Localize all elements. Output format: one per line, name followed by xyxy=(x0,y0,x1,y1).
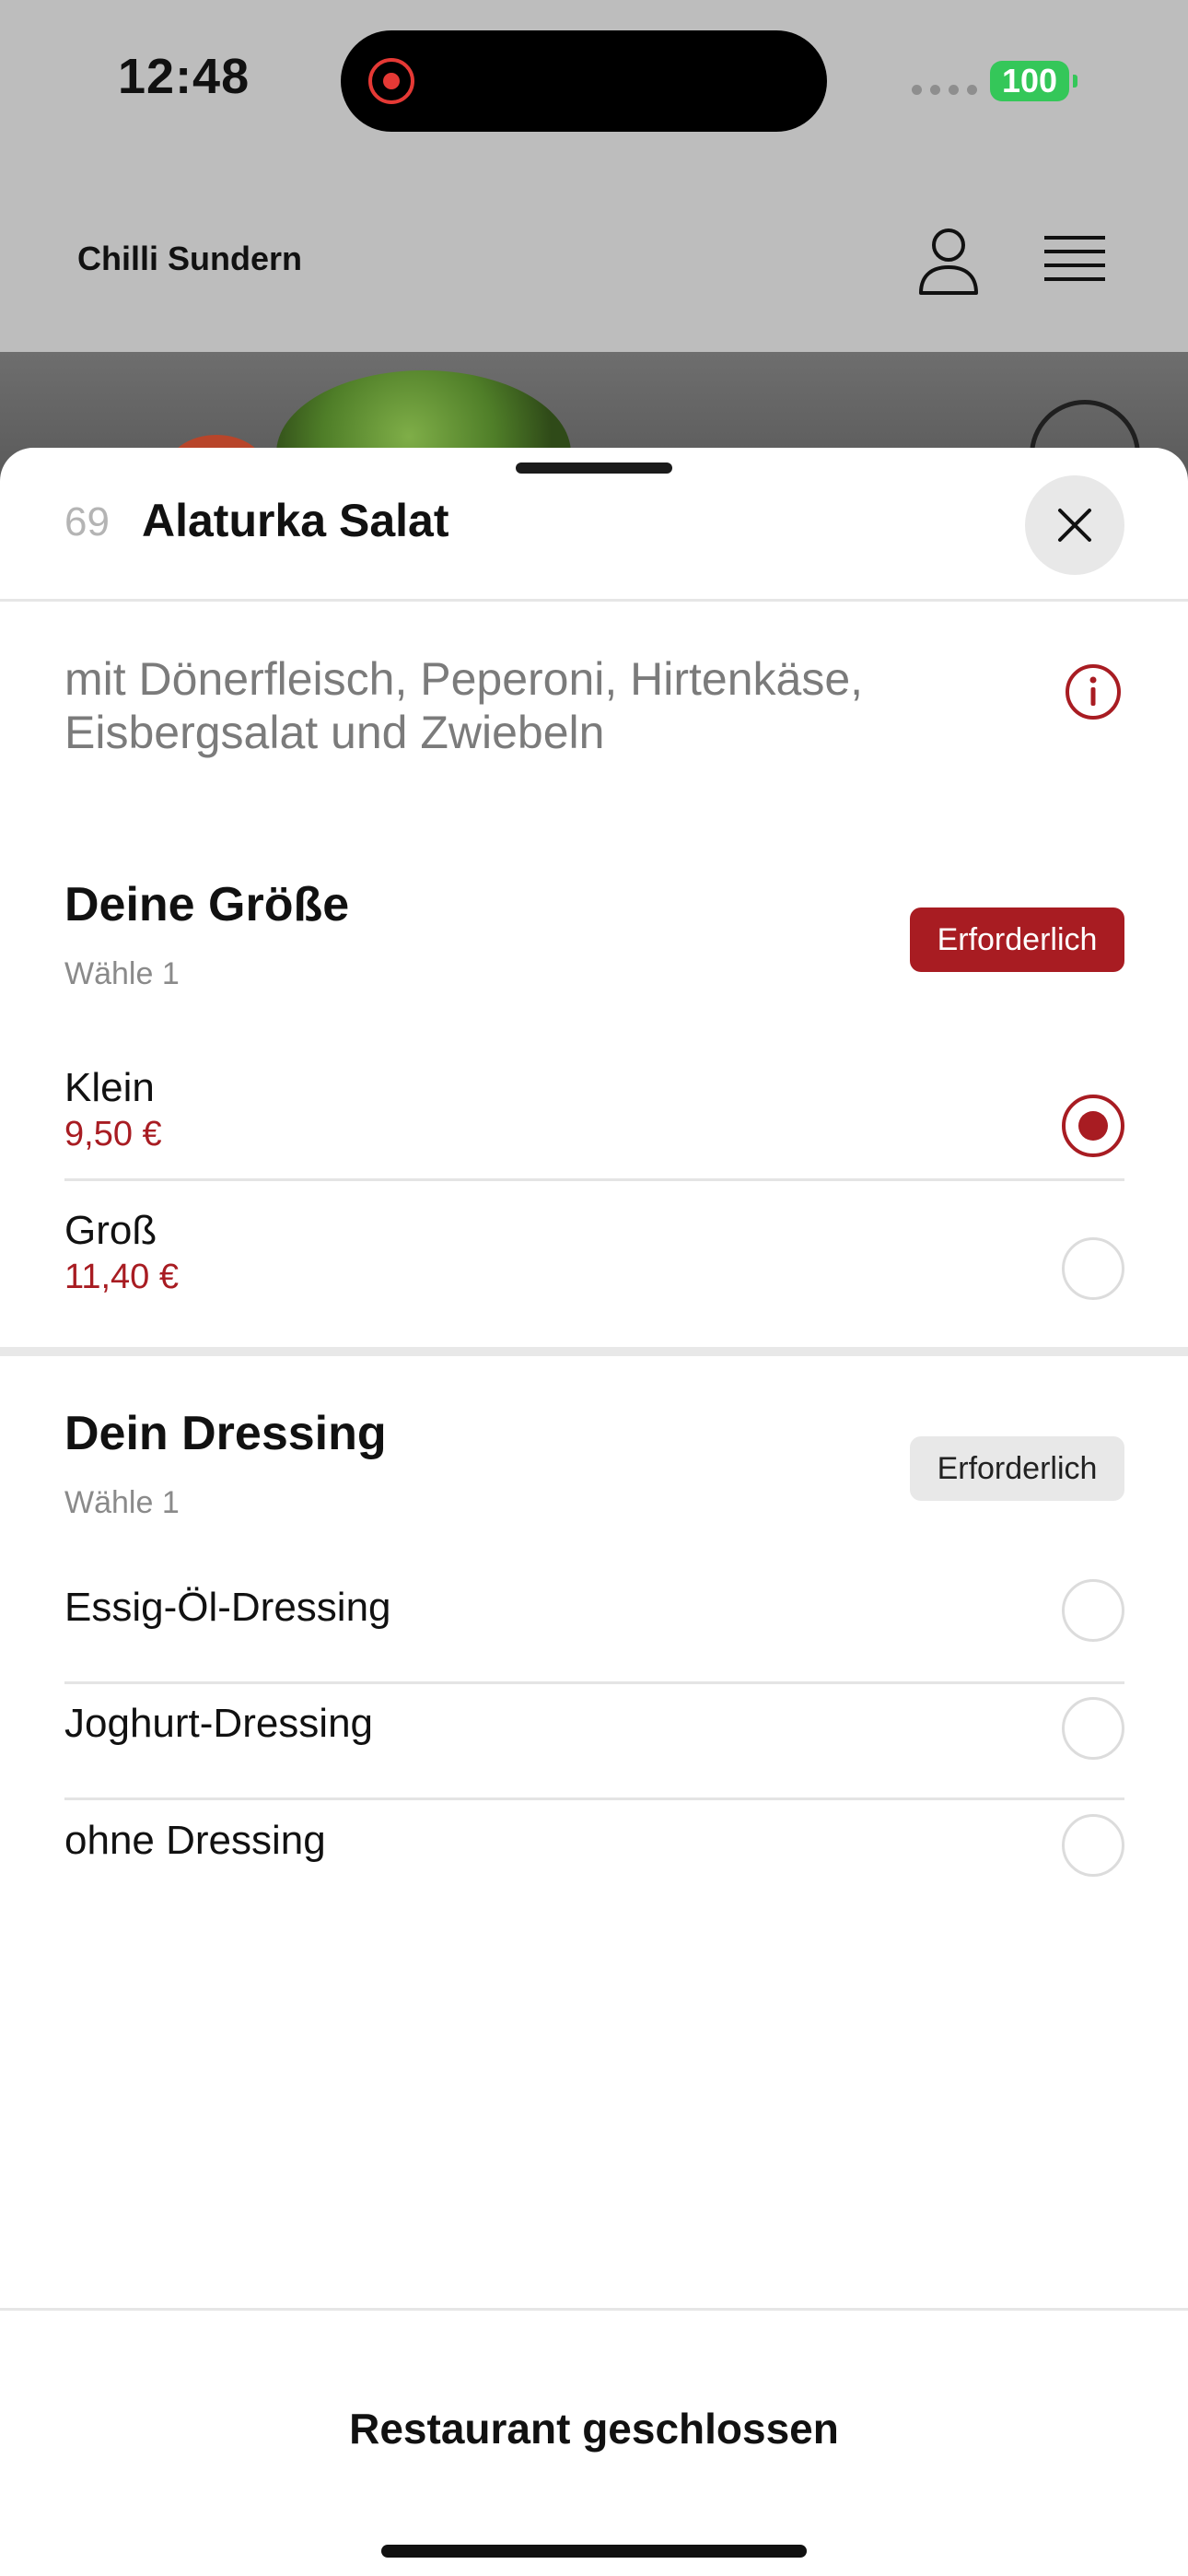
radio-selected[interactable] xyxy=(1062,1095,1124,1157)
dressing-group-title: Dein Dressing xyxy=(64,1407,387,1460)
close-button[interactable] xyxy=(1025,475,1124,575)
option-label: Joghurt-Dressing xyxy=(64,1701,374,1746)
item-number: 69 xyxy=(64,499,110,544)
restaurant-name[interactable]: Chilli Sundern xyxy=(77,240,302,278)
battery-icon: 100 xyxy=(990,61,1077,101)
radio-unselected[interactable] xyxy=(1062,1579,1124,1642)
app-header: Chilli Sundern xyxy=(0,166,1188,352)
size-option-gross[interactable]: Groß 11,40 € xyxy=(64,1208,1124,1328)
size-required-badge: Erforderlich xyxy=(910,907,1124,972)
dressing-option-essig-oel[interactable]: Essig-Öl-Dressing xyxy=(64,1564,1124,1657)
clock: 12:48 xyxy=(118,49,250,104)
radio-unselected[interactable] xyxy=(1062,1697,1124,1760)
option-label: Klein xyxy=(64,1065,155,1110)
restaurant-closed-label: Restaurant geschlossen xyxy=(349,2405,839,2453)
option-label: Groß xyxy=(64,1208,157,1253)
option-label: Essig-Öl-Dressing xyxy=(64,1585,391,1630)
item-title: Alaturka Salat xyxy=(142,495,449,546)
close-icon xyxy=(1058,509,1091,542)
radio-unselected[interactable] xyxy=(1062,1237,1124,1300)
dressing-required-badge: Erforderlich xyxy=(910,1436,1124,1501)
status-bar: 12:48 100 xyxy=(0,0,1188,166)
recording-indicator-icon xyxy=(368,58,414,104)
divider xyxy=(64,1178,1124,1181)
hamburger-menu-icon[interactable] xyxy=(1044,232,1105,287)
size-group-title: Deine Größe xyxy=(64,878,350,931)
option-price: 9,50 € xyxy=(64,1115,162,1153)
sheet-header: 69 Alaturka Salat xyxy=(0,448,1188,602)
user-icon[interactable] xyxy=(916,227,981,297)
sheet-footer: Restaurant geschlossen xyxy=(0,2308,1188,2576)
radio-unselected[interactable] xyxy=(1062,1814,1124,1877)
item-description: mit Dönerfleisch, Peperoni, Hirtenkäse, … xyxy=(64,653,864,758)
dressing-group-subtitle: Wähle 1 xyxy=(64,1485,180,1520)
dressing-option-ohne[interactable]: ohne Dressing xyxy=(64,1799,1124,1891)
info-icon[interactable] xyxy=(1065,663,1122,720)
dressing-option-joghurt[interactable]: Joghurt-Dressing xyxy=(64,1682,1124,1774)
signal-dots-icon xyxy=(912,85,977,95)
size-group-subtitle: Wähle 1 xyxy=(64,956,180,991)
size-option-klein[interactable]: Klein 9,50 € xyxy=(64,1065,1124,1185)
item-detail-sheet: 69 Alaturka Salat mit Dönerfleisch, Pepe… xyxy=(0,448,1188,2576)
section-separator xyxy=(0,1347,1188,1356)
dynamic-island xyxy=(341,30,827,132)
home-indicator[interactable] xyxy=(381,2545,807,2558)
option-price: 11,40 € xyxy=(64,1258,179,1296)
option-label: ohne Dressing xyxy=(64,1818,326,1863)
